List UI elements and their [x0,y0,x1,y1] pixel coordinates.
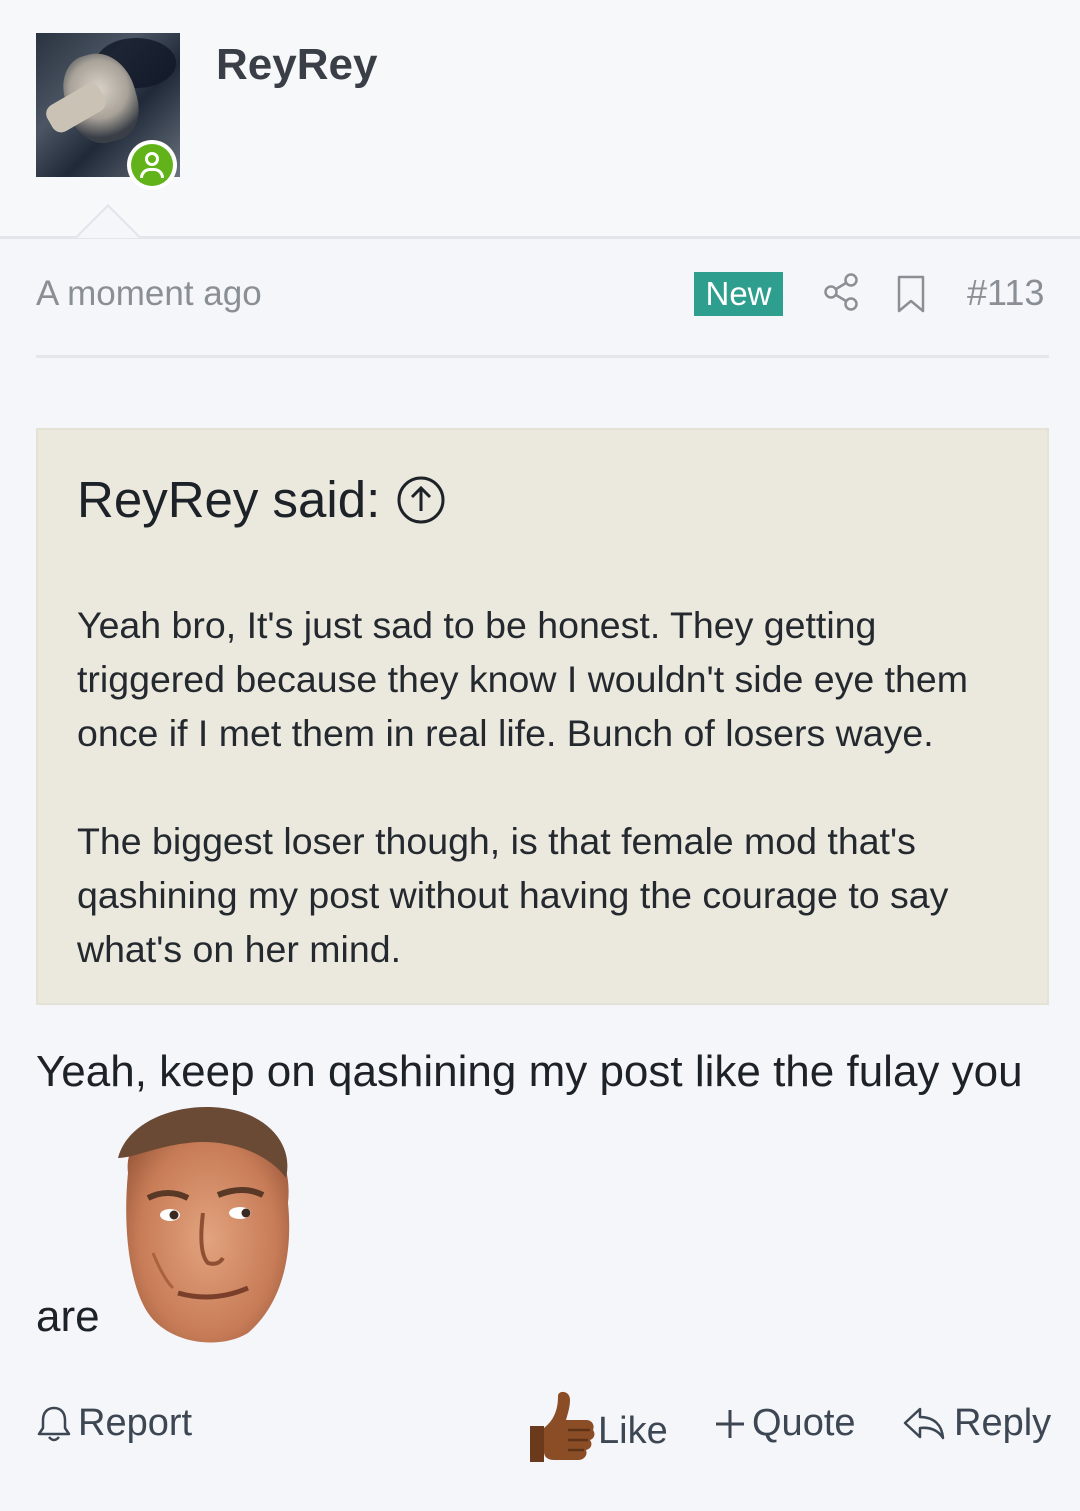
username[interactable]: ReyRey [216,40,377,90]
face-reaction-emoji [118,1107,290,1343]
like-label: Like [598,1409,668,1452]
user-header: ReyRey [0,0,1080,239]
quote-paragraph: Yeah bro, It's just sad to be honest. Th… [77,604,969,754]
post-body-text-continued: are [36,1292,100,1341]
plus-icon [716,1409,744,1438]
meta-divider [36,355,1049,358]
post-meta: A moment ago New #113 [36,270,1049,318]
quote-block: ReyRey said: Yeah bro, It's just sad to … [36,428,1049,1005]
post-timestamp[interactable]: A moment ago [36,274,262,314]
report-button[interactable]: Report [36,1402,192,1445]
report-label: Report [78,1402,193,1444]
quote-button[interactable]: Quote [714,1402,856,1445]
post-actions: Report Like Quote Reply [36,1390,1051,1470]
post-number-link[interactable]: #113 [967,272,1044,314]
share-icon[interactable] [822,272,860,312]
online-status-icon [127,140,177,190]
quote-label: Quote [752,1402,856,1444]
like-button[interactable]: Like [524,1390,668,1466]
bell-icon [37,1406,71,1441]
quote-attribution[interactable]: ReyRey said: [77,470,446,529]
post-body-text: Yeah, keep on qashining my post like the… [36,1047,1023,1096]
reply-button[interactable]: Reply [902,1402,1051,1445]
arrow-up-circle-icon[interactable] [396,475,446,525]
quote-paragraph: The biggest loser though, is that female… [77,820,949,970]
reply-icon [903,1407,945,1439]
reply-label: Reply [954,1402,1052,1444]
bookmark-icon[interactable] [896,274,926,314]
new-badge: New [694,272,783,316]
header-pointer [74,204,142,238]
quote-author-label: ReyRey said: [77,471,381,528]
quote-text: Yeah bro, It's just sad to be honest. Th… [77,598,1027,1030]
thumbs-up-emoji [530,1391,595,1462]
